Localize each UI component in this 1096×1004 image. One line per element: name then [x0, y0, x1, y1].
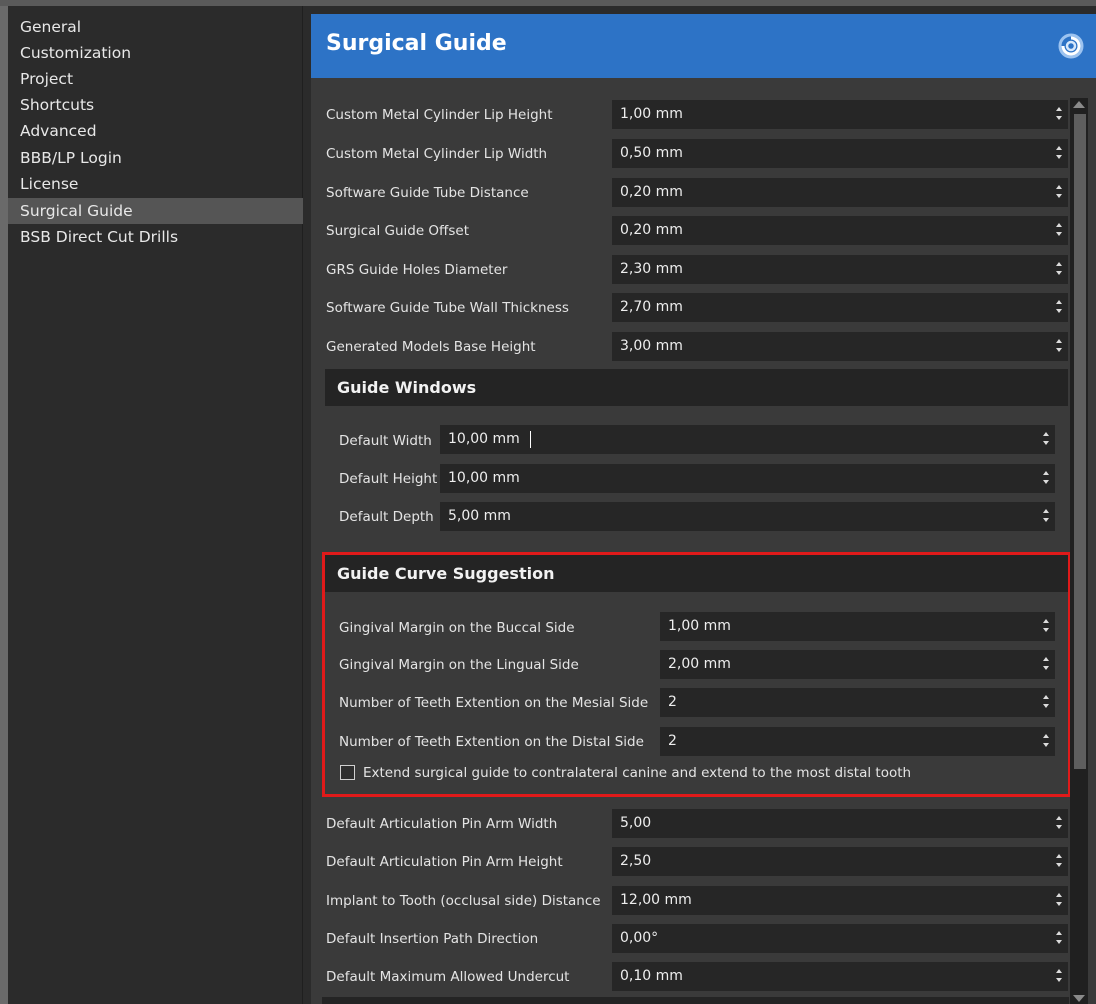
label-guide-offset: Surgical Guide Offset [326, 223, 469, 239]
spin-arrows-icon[interactable] [1055, 893, 1063, 908]
base-height-value: 3,00 mm [620, 338, 683, 354]
spin-arrows-icon[interactable] [1055, 223, 1063, 238]
spin-arrows-icon[interactable] [1055, 146, 1063, 161]
spin-arrows-icon[interactable] [1055, 339, 1063, 354]
default-depth-spinbox[interactable]: 5,00 mm [440, 502, 1055, 531]
default-width-spinbox[interactable]: 10,00 mm [440, 425, 1055, 454]
guide-offset-spinbox[interactable]: 0,20 mm [612, 216, 1068, 245]
spin-arrows-icon[interactable] [1055, 816, 1063, 831]
sidebar-item-bsb-direct-cut-drills[interactable]: BSB Direct Cut Drills [8, 224, 303, 250]
label-holes-diameter: GRS Guide Holes Diameter [326, 262, 508, 278]
text-caret [530, 431, 531, 448]
default-height-spinbox[interactable]: 10,00 mm [440, 464, 1055, 493]
label-default-depth: Default Depth [339, 509, 434, 525]
scroll-up-arrow-icon[interactable] [1073, 101, 1085, 108]
default-height-value: 10,00 mm [448, 470, 520, 486]
sidebar-item-surgical-guide[interactable]: Surgical Guide [8, 198, 303, 224]
spin-arrows-icon[interactable] [1055, 185, 1063, 200]
label-pin-arm-height: Default Articulation Pin Arm Height [326, 854, 563, 870]
page-header: Surgical Guide [311, 14, 1096, 78]
default-width-value: 10,00 mm [448, 431, 520, 447]
spin-arrows-icon[interactable] [1055, 969, 1063, 984]
max-undercut-spinbox[interactable]: 0,10 mm [612, 962, 1068, 991]
lip-height-spinbox[interactable]: 1,00 mm [612, 100, 1068, 129]
wall-thickness-spinbox[interactable]: 2,70 mm [612, 293, 1068, 322]
sidebar-item-customization[interactable]: Customization [8, 40, 303, 66]
insertion-direction-value: 0,00° [620, 930, 659, 946]
pin-arm-height-spinbox[interactable]: 2,50 [612, 847, 1068, 876]
sidebar-item-bbb-lp-login[interactable]: BBB/LP Login [8, 145, 303, 171]
page-title: Surgical Guide [326, 31, 507, 56]
insertion-direction-spinbox[interactable]: 0,00° [612, 924, 1068, 953]
wall-thickness-value: 2,70 mm [620, 299, 683, 315]
spin-arrows-icon[interactable] [1055, 931, 1063, 946]
label-default-height: Default Height [339, 471, 438, 487]
max-undercut-value: 0,10 mm [620, 968, 683, 984]
label-insertion-direction: Default Insertion Path Direction [326, 931, 539, 947]
label-lip-height: Custom Metal Cylinder Lip Height [326, 107, 553, 123]
label-wall-thickness: Software Guide Tube Wall Thickness [326, 300, 569, 316]
pin-arm-width-value: 5,00 [620, 815, 652, 831]
pin-arm-width-spinbox[interactable]: 5,00 [612, 809, 1068, 838]
label-pin-arm-width: Default Articulation Pin Arm Width [326, 816, 558, 832]
tube-distance-spinbox[interactable]: 0,20 mm [612, 178, 1068, 207]
scroll-down-arrow-icon[interactable] [1073, 995, 1085, 1002]
implant-distance-value: 12,00 mm [620, 892, 692, 908]
sidebar-item-project[interactable]: Project [8, 66, 303, 92]
label-max-undercut: Default Maximum Allowed Undercut [326, 969, 570, 985]
lip-width-value: 0,50 mm [620, 145, 683, 161]
label-lip-width: Custom Metal Cylinder Lip Width [326, 146, 548, 162]
spin-arrows-icon[interactable] [1055, 107, 1063, 122]
next-group-header [322, 997, 1069, 1004]
sidebar-item-general[interactable]: General [8, 14, 303, 40]
guide-windows-header: Guide Windows [325, 369, 1068, 406]
tube-distance-value: 0,20 mm [620, 184, 683, 200]
lip-height-value: 1,00 mm [620, 106, 683, 122]
base-height-spinbox[interactable]: 3,00 mm [612, 332, 1068, 361]
spin-arrows-icon[interactable] [1042, 471, 1050, 486]
default-depth-value: 5,00 mm [448, 508, 511, 524]
implant-distance-spinbox[interactable]: 12,00 mm [612, 886, 1068, 915]
label-default-width: Default Width [339, 433, 432, 449]
window-left-border [0, 6, 8, 1004]
spin-arrows-icon[interactable] [1042, 509, 1050, 524]
sidebar-item-advanced[interactable]: Advanced [8, 118, 303, 144]
label-implant-distance: Implant to Tooth (occlusal side) Distanc… [326, 893, 601, 909]
settings-sidebar: General Customization Project Shortcuts … [8, 6, 303, 1004]
spiral-logo-icon [1058, 33, 1084, 59]
highlight-frame [322, 552, 1071, 797]
pin-arm-height-value: 2,50 [620, 853, 652, 869]
scrollbar-thumb[interactable] [1074, 114, 1086, 769]
spin-arrows-icon[interactable] [1055, 262, 1063, 277]
lip-width-spinbox[interactable]: 0,50 mm [612, 139, 1068, 168]
sidebar-item-shortcuts[interactable]: Shortcuts [8, 92, 303, 118]
spin-arrows-icon[interactable] [1055, 854, 1063, 869]
label-tube-distance: Software Guide Tube Distance [326, 185, 529, 201]
spin-arrows-icon[interactable] [1055, 300, 1063, 315]
holes-diameter-spinbox[interactable]: 2,30 mm [612, 255, 1068, 284]
sidebar-item-license[interactable]: License [8, 171, 303, 197]
guide-windows-title: Guide Windows [337, 378, 477, 397]
holes-diameter-value: 2,30 mm [620, 261, 683, 277]
spin-arrows-icon[interactable] [1042, 432, 1050, 447]
label-base-height: Generated Models Base Height [326, 339, 536, 355]
guide-offset-value: 0,20 mm [620, 222, 683, 238]
